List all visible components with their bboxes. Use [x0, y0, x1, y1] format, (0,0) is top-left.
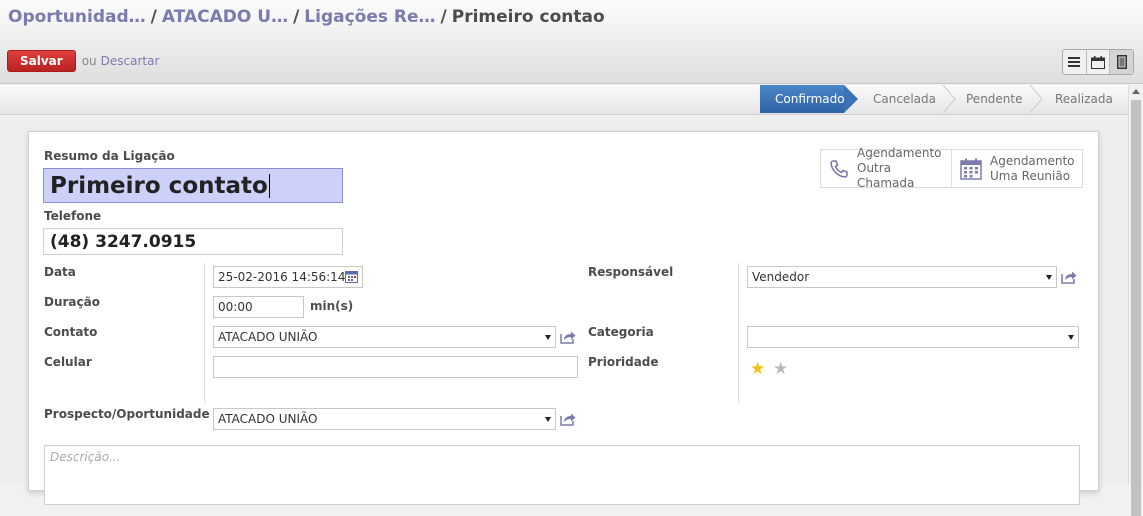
responsible-label: Responsável — [588, 265, 674, 279]
group-divider — [204, 263, 205, 403]
responsible-select[interactable]: Vendedor — [747, 266, 1057, 288]
chevron-down-icon — [1046, 275, 1052, 280]
date-label: Data — [44, 265, 76, 279]
view-switcher — [1062, 49, 1134, 75]
chevron-down-icon — [545, 417, 551, 422]
schedule-meeting-button[interactable]: Agendamento Uma Reunião — [952, 150, 1082, 187]
list-view-button[interactable] — [1063, 50, 1087, 74]
status-bar: Confirmado Cancelada Pendente Realizada — [0, 85, 1128, 115]
schedule-call-button[interactable]: Agendamento Outra Chamada — [821, 146, 952, 190]
scroll-up-arrow-icon[interactable] — [1132, 89, 1140, 94]
duration-label: Duração — [44, 295, 100, 309]
breadcrumb: Oportunidad… / ATACADO U… / Ligações Re… / Pri… — [8, 7, 605, 27]
save-button[interactable]: Salvar — [7, 50, 76, 72]
prospect-value: ATACADO UNIÃO — [218, 412, 318, 426]
smart-button-line1: Agendamento — [990, 153, 1075, 168]
control-panel: Oportunidad… / ATACADO U… / Ligações Re… / Pri… — [0, 0, 1143, 84]
or-label: ou — [81, 54, 97, 68]
form-view-button[interactable] — [1110, 50, 1134, 74]
breadcrumb-separator: / — [440, 7, 447, 27]
mobile-input[interactable] — [213, 356, 578, 378]
contact-select[interactable]: ATACADO UNIÃO — [213, 326, 556, 348]
smart-button-line2: Outra Chamada — [857, 161, 915, 190]
phone-label: Telefone — [44, 209, 102, 223]
stage-label: Confirmado — [775, 92, 845, 106]
stage-separator-icon — [1029, 85, 1043, 113]
stage-confirmed[interactable]: Confirmado — [760, 85, 858, 113]
description-textarea[interactable]: Descrição... — [44, 445, 1080, 505]
category-select[interactable] — [747, 326, 1079, 348]
summary-value: Primeiro contato — [50, 172, 268, 199]
phone-input[interactable]: (48) 3247.0915 — [43, 228, 343, 255]
duration-unit: min(s) — [310, 299, 354, 313]
discard-link[interactable]: Descartar — [101, 54, 160, 68]
calendar-icon — [960, 158, 982, 180]
external-link-icon[interactable] — [560, 412, 576, 426]
smart-buttons: Agendamento Outra Chamada Agendamento Uma … — [820, 146, 1083, 190]
mobile-label: Celular — [44, 355, 92, 369]
date-value: 25-02-2016 14:56:14 — [218, 270, 346, 284]
stage-pending[interactable]: Pendente — [966, 85, 1023, 113]
category-label: Categoria — [588, 325, 654, 339]
scrollbar[interactable] — [1128, 85, 1143, 516]
priority-label: Prioridade — [588, 355, 659, 369]
scroll-thumb[interactable] — [1131, 100, 1141, 516]
stage-cancelled[interactable]: Cancelada — [873, 85, 936, 113]
summary-input[interactable]: Primeiro contato — [43, 168, 343, 203]
smart-button-line1: Agendamento — [857, 146, 942, 160]
contact-value: ATACADO UNIÃO — [218, 330, 318, 344]
priority-star-icon[interactable]: ★ — [773, 361, 788, 378]
breadcrumb-item-opportunity[interactable]: Oportunidad… — [8, 7, 146, 27]
calendar-view-button[interactable] — [1087, 50, 1111, 74]
summary-label: Resumo da Ligação — [44, 149, 175, 163]
text-caret — [268, 173, 270, 198]
chevron-down-icon — [1068, 335, 1074, 340]
prospect-label: Prospecto/Oportunidade — [44, 407, 210, 421]
external-link-icon[interactable] — [560, 330, 576, 344]
stage-label: Cancelada — [873, 92, 936, 106]
breadcrumb-separator: / — [150, 7, 157, 27]
stage-label: Realizada — [1055, 92, 1113, 106]
form-actions: Salvar ou Descartar — [7, 50, 159, 72]
responsible-value: Vendedor — [752, 270, 810, 284]
prospect-select[interactable]: ATACADO UNIÃO — [213, 408, 556, 430]
external-link-icon[interactable] — [1061, 270, 1077, 284]
calendar-view-icon — [1091, 55, 1105, 69]
form-view-icon — [1116, 55, 1127, 69]
group-divider — [738, 263, 739, 403]
chevron-down-icon — [545, 335, 551, 340]
list-view-icon — [1068, 57, 1081, 67]
breadcrumb-separator: / — [293, 7, 300, 27]
phone-icon — [830, 159, 848, 178]
date-picker-icon[interactable] — [345, 271, 358, 283]
breadcrumb-current: Primeiro contao — [451, 7, 605, 27]
priority-star-icon[interactable]: ★ — [750, 361, 765, 378]
date-input[interactable]: 25-02-2016 14:56:14 — [213, 266, 363, 288]
contact-label: Contato — [44, 325, 98, 339]
breadcrumb-item-partner[interactable]: ATACADO U… — [162, 7, 288, 27]
smart-button-line2: Uma Reunião — [990, 168, 1071, 183]
stage-label: Pendente — [966, 92, 1023, 106]
duration-input[interactable]: 00:00 — [213, 296, 304, 318]
breadcrumb-item-calls[interactable]: Ligações Re… — [304, 7, 435, 27]
stage-done[interactable]: Realizada — [1055, 85, 1113, 113]
stage-separator-icon — [942, 85, 956, 113]
